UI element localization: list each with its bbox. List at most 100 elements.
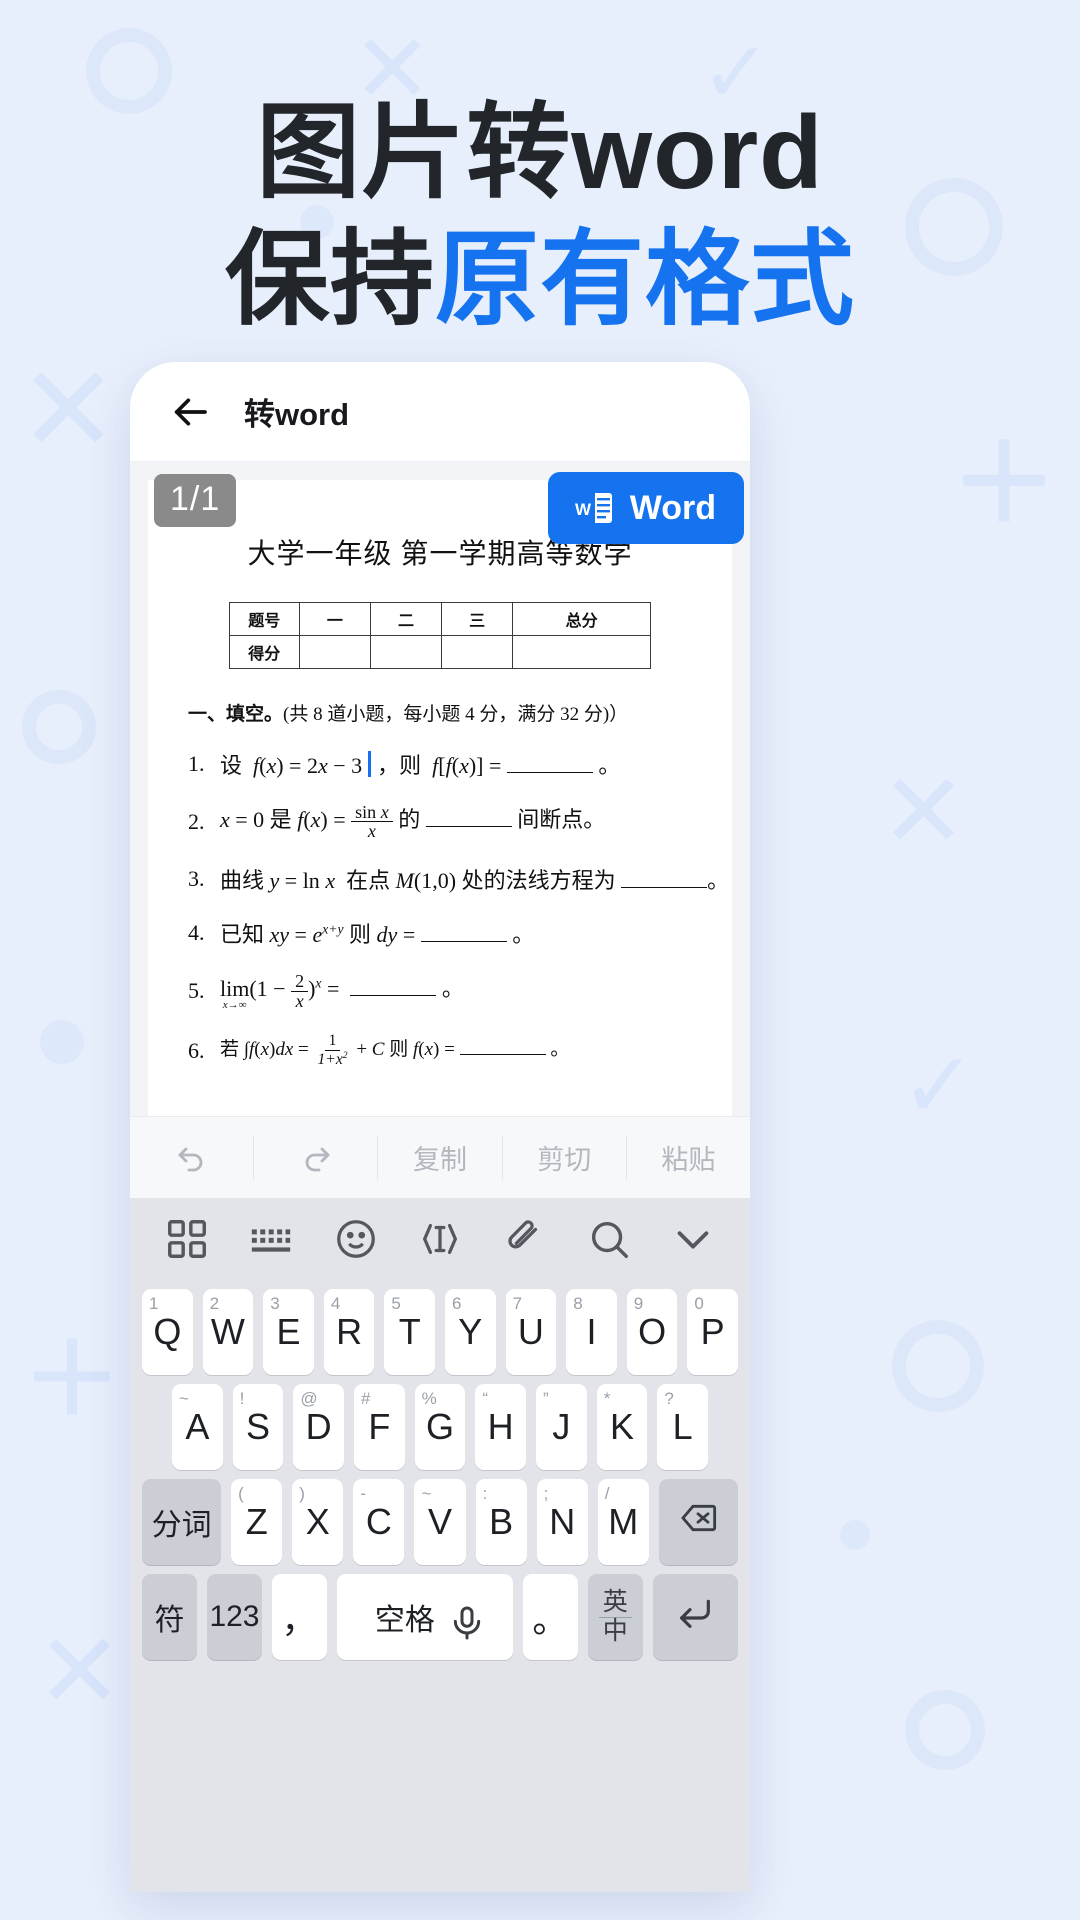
clip-icon[interactable]	[501, 1216, 547, 1262]
key-a[interactable]: ~ A	[171, 1384, 223, 1471]
answer-blank[interactable]	[621, 864, 708, 889]
list-item: 5. lim x→∞ (1 − 2 x)x = 。	[188, 971, 704, 1011]
language-toggle-bottom: 中	[602, 1616, 628, 1645]
key-n[interactable]: ; N	[536, 1479, 588, 1566]
keyboard-icon[interactable]	[248, 1216, 294, 1262]
keyboard-row-4: 符 123 ， 空格 。 英 中	[136, 1574, 744, 1661]
text-cursor-icon[interactable]	[417, 1216, 463, 1262]
table-row: 题号 一 二 三 总分	[228, 602, 652, 636]
key-label: Z	[245, 1501, 268, 1543]
key-o[interactable]: 9O	[626, 1289, 678, 1376]
question-number: 3.	[188, 866, 205, 892]
enter-key[interactable]	[652, 1574, 738, 1661]
table-cell	[369, 635, 443, 669]
question-body: 已知 xy = ex+y 则 dy = 。	[220, 917, 534, 949]
deco-check: ✓	[900, 1035, 978, 1137]
table-cell: 三	[441, 602, 514, 636]
document-page[interactable]: 1/1 W Word 大学一年级 第一学期高等数学 题号 一 二 三 总分 得分…	[148, 472, 744, 1117]
keyboard-row-2: ~ A ! S @ D # F % G “H ” J * K ? L	[136, 1384, 744, 1471]
space-key[interactable]: 空格	[336, 1574, 513, 1661]
answer-blank[interactable]	[425, 803, 512, 827]
cut-button[interactable]: 剪切	[503, 1135, 627, 1180]
backspace-key[interactable]	[658, 1479, 739, 1566]
key-u[interactable]: 7U	[505, 1289, 557, 1376]
key-z[interactable]: (Z	[231, 1479, 283, 1566]
search-icon[interactable]	[586, 1216, 632, 1262]
soft-keyboard: 1Q 2W 3E 4R 5T 6Y 7U 8I 9O 0P ~ A ! S @ D #…	[130, 1198, 750, 1892]
word-file-icon: W	[570, 486, 614, 530]
key-s[interactable]: ! S	[232, 1384, 284, 1471]
key-label: O	[638, 1311, 667, 1353]
key-x[interactable]: ) X	[292, 1479, 344, 1566]
key-i[interactable]: 8I	[566, 1289, 617, 1376]
answer-blank[interactable]	[506, 749, 593, 773]
copy-button[interactable]: 复制	[378, 1135, 503, 1180]
table-cell	[298, 635, 371, 669]
answer-blank[interactable]	[350, 972, 437, 997]
key-alt-label: ?	[664, 1389, 674, 1409]
key-k[interactable]: * K	[596, 1384, 648, 1471]
arrow-left-icon[interactable]	[170, 392, 210, 432]
key-d[interactable]: @ D	[293, 1384, 344, 1471]
emoji-icon[interactable]	[333, 1216, 379, 1262]
key-g[interactable]: % G	[414, 1384, 466, 1471]
key-b[interactable]: :B	[475, 1479, 527, 1566]
undo-button[interactable]	[130, 1135, 255, 1180]
paste-button[interactable]: 粘贴	[627, 1136, 750, 1180]
key-w[interactable]: 2W	[202, 1289, 254, 1376]
svg-text:W: W	[575, 500, 592, 519]
key-j[interactable]: ” J	[536, 1384, 587, 1471]
enter-icon	[675, 1593, 715, 1642]
segment-word-key[interactable]: 分词	[141, 1479, 222, 1566]
key-v[interactable]: ~ V	[414, 1479, 466, 1566]
deco-ring	[892, 1320, 984, 1412]
key-label: M	[608, 1501, 639, 1543]
key-f[interactable]: # F	[354, 1384, 405, 1471]
key-p[interactable]: 0P	[687, 1289, 738, 1376]
key-h[interactable]: “H	[475, 1384, 527, 1471]
question-list: 1. 设 f(x) = 2x − 3 ，则 f[f(x)] = 。 2. x = …	[188, 748, 729, 1068]
answer-blank[interactable]	[459, 1034, 546, 1056]
key-e[interactable]: 3E	[263, 1289, 314, 1376]
question-body: lim x→∞ (1 − 2 x)x = 。	[220, 970, 464, 1012]
key-r[interactable]: 4R	[323, 1289, 375, 1376]
key-alt-label: ~	[421, 1484, 432, 1504]
key-t[interactable]: 5T	[384, 1289, 435, 1376]
headline-line-2-plain: 保持	[224, 221, 435, 338]
key-label: F	[368, 1406, 391, 1448]
key-alt-label: ~	[178, 1389, 189, 1409]
comma-key[interactable]: ，	[271, 1574, 327, 1661]
period-key[interactable]: 。	[522, 1574, 578, 1661]
grid-apps-icon[interactable]	[164, 1216, 210, 1262]
key-label: T	[398, 1311, 421, 1353]
list-item: 2. x = 0 是 f(x) = sin xx 的 间断点。	[188, 802, 704, 841]
export-word-button[interactable]: W Word	[547, 472, 744, 544]
question-body: 若 ∫f(x)dx = 1 1+x2 + C 则 f(x) = 。	[220, 1032, 570, 1068]
section-heading-bold: 一、填空。	[188, 704, 284, 725]
redo-button[interactable]	[254, 1135, 379, 1180]
key-label: K	[610, 1406, 635, 1448]
key-y[interactable]: 6Y	[445, 1289, 496, 1376]
phone-mockup: 转word 1/1 W Word 大学一年级 第一学期高等数学 题号 一 二 三…	[130, 362, 750, 1892]
key-alt-label: #	[361, 1389, 371, 1409]
deco-ring	[22, 690, 96, 764]
symbol-key[interactable]: 符	[142, 1574, 197, 1661]
key-label: X	[305, 1501, 330, 1543]
page-title: 转word	[244, 397, 350, 432]
numbers-key[interactable]: 123	[206, 1574, 262, 1661]
language-toggle-key[interactable]: 英 中	[587, 1574, 643, 1661]
key-alt-label: 7	[512, 1294, 523, 1314]
chevron-down-icon[interactable]	[670, 1216, 716, 1262]
key-m[interactable]: / M	[597, 1479, 649, 1566]
key-l[interactable]: ? L	[657, 1384, 709, 1471]
key-q[interactable]: 1Q	[142, 1289, 193, 1376]
key-label: E	[276, 1311, 301, 1353]
list-item: 4. 已知 xy = ex+y 则 dy = 。	[188, 917, 704, 949]
table-cell	[441, 635, 514, 669]
key-c[interactable]: -C	[353, 1479, 405, 1566]
headline-line-2-accent: 原有格式	[435, 221, 856, 338]
deco-dot	[40, 1020, 84, 1064]
answer-blank[interactable]	[420, 918, 507, 943]
deco-x: ✕	[880, 754, 968, 870]
microphone-icon[interactable]	[447, 1603, 481, 1640]
